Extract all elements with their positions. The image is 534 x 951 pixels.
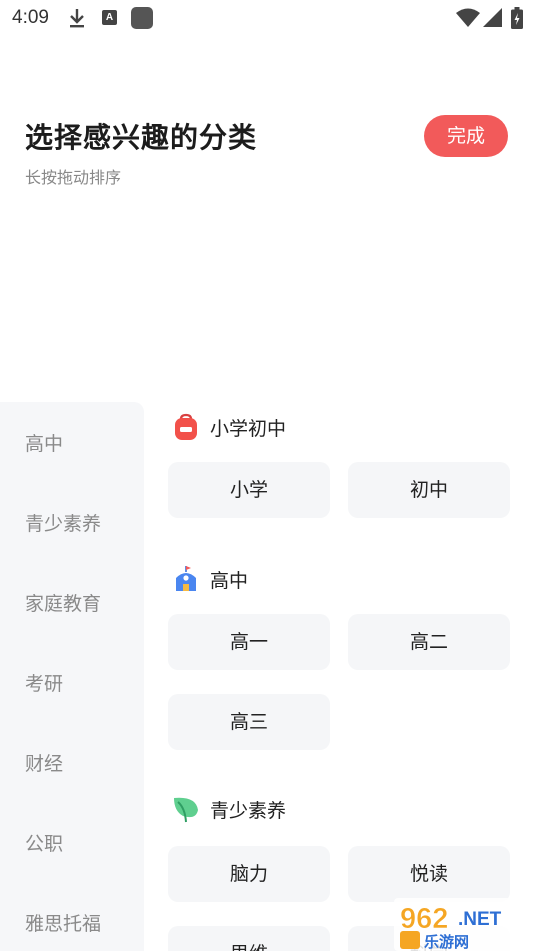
square-icon	[131, 7, 153, 29]
page-title: 选择感兴趣的分类	[25, 121, 258, 154]
sidebar-item-caijing[interactable]: 财经	[25, 749, 63, 776]
battery-icon	[511, 7, 523, 29]
svg-text:962: 962	[400, 903, 448, 935]
category-chip-naoli[interactable]: 脑力	[168, 846, 330, 902]
category-chip-gaosan[interactable]: 高三	[168, 694, 330, 750]
status-bar: 4:09 A	[0, 0, 534, 36]
svg-text:乐游网: 乐游网	[424, 933, 469, 951]
section-header-gaozhong: 高中	[172, 565, 248, 593]
sidebar-item-gongzhi[interactable]: 公职	[25, 829, 63, 856]
sidebar-item-qingshao-suyang[interactable]: 青少素养	[25, 509, 101, 536]
page-subtitle: 长按拖动排序	[25, 168, 122, 187]
category-chip-chuzhong[interactable]: 初中	[348, 462, 510, 518]
sidebar-item-yasi-tuofu[interactable]: 雅思托福	[25, 909, 101, 936]
status-time: 4:09	[12, 7, 49, 28]
sidebar-item-gaozhong[interactable]: 高中	[25, 429, 63, 456]
section-header-xiaoxue-chuzhong: 小学初中	[172, 413, 286, 441]
backpack-icon	[175, 413, 197, 440]
svg-text:.NET: .NET	[458, 909, 502, 930]
category-chip-xiaoxue[interactable]: 小学	[168, 462, 330, 518]
category-chip-yuedu[interactable]: 悦读	[348, 846, 510, 902]
signal-icon	[483, 8, 502, 27]
category-sidebar: 高中 青少素养 家庭教育 考研 财经 公职 雅思托福	[0, 402, 144, 951]
sidebar-item-kaoyan[interactable]: 考研	[25, 669, 63, 696]
sidebar-item-jiating-jiaoyu[interactable]: 家庭教育	[25, 589, 101, 616]
section-title: 高中	[210, 569, 249, 592]
category-chip-gaoyi[interactable]: 高一	[168, 614, 330, 670]
leaf-icon	[174, 797, 198, 823]
download-icon	[70, 9, 84, 28]
a-icon: A	[102, 10, 117, 25]
section-title: 青少素养	[210, 799, 287, 822]
category-chip-siwei[interactable]: 思维	[168, 926, 330, 951]
section-header-qingshao-suyang: 青少素养	[172, 795, 286, 823]
section-title: 小学初中	[210, 417, 287, 440]
category-chip-gaoer[interactable]: 高二	[348, 614, 510, 670]
site-watermark-logo: 962 .NET 乐游网	[394, 898, 534, 951]
done-button[interactable]: 完成	[424, 115, 508, 157]
school-building-icon	[176, 566, 196, 591]
wifi-icon	[456, 8, 480, 27]
